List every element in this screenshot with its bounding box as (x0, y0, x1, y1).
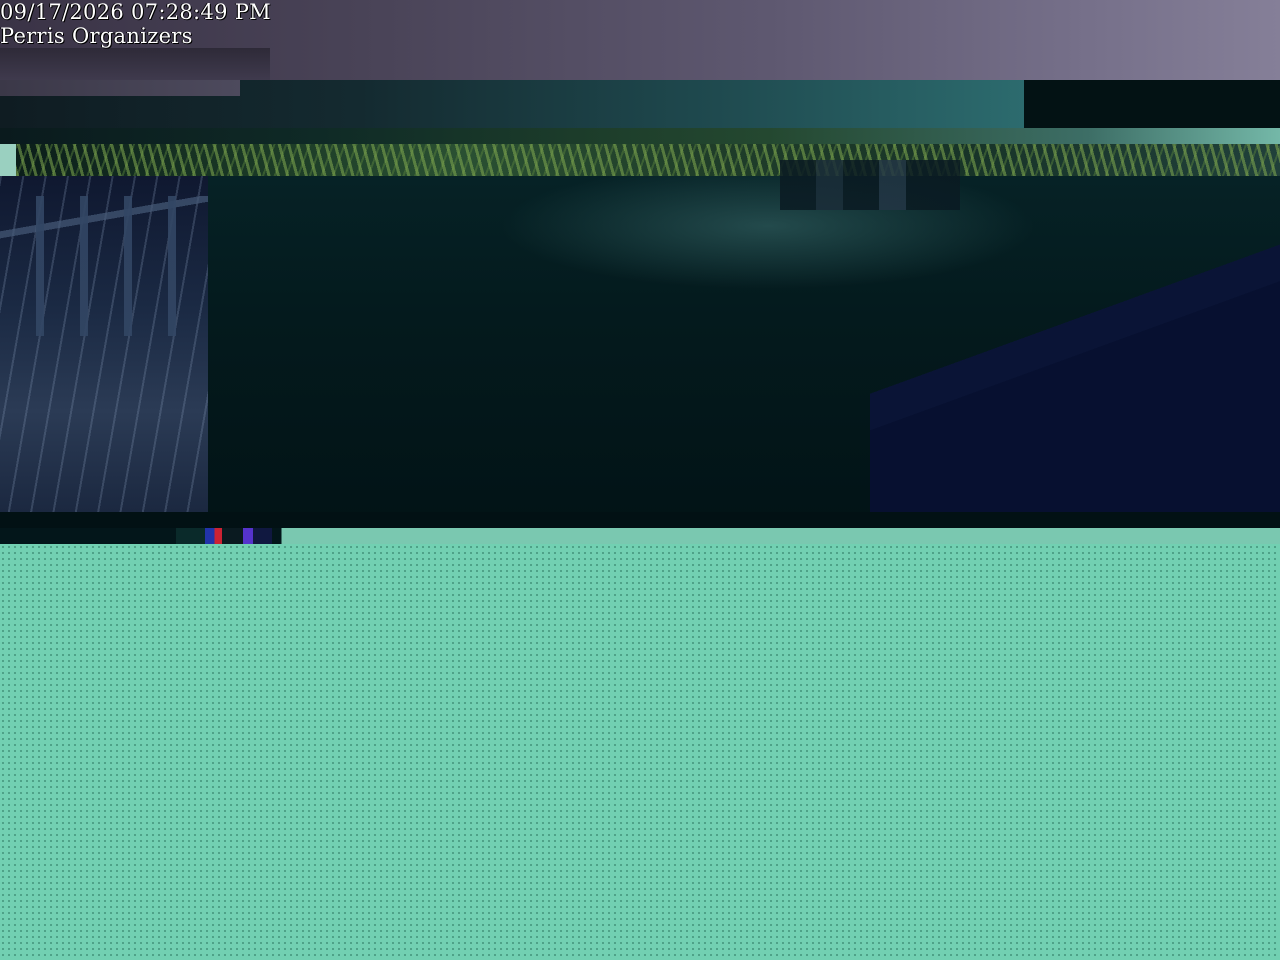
low-wall (870, 220, 1280, 528)
glitch-block (0, 80, 240, 96)
camera-name-text: Perris Organizers (0, 24, 193, 48)
glitch-band (0, 512, 1280, 528)
corrupted-region (0, 544, 1280, 960)
camera-frame: 09/17/2026 07:28:49 PM Perris Organizers (0, 0, 1280, 960)
distant-vehicles (780, 160, 960, 210)
deck-railing (0, 196, 208, 336)
color-artifact (176, 528, 272, 544)
timestamp-text: 09/17/2026 07:28:49 PM (0, 0, 271, 24)
camera-overlay: 09/17/2026 07:28:49 PM Perris Organizers (0, 0, 271, 48)
glitch-block (1024, 80, 1280, 128)
glitch-block (0, 144, 16, 176)
foliage-strip (16, 144, 1280, 176)
